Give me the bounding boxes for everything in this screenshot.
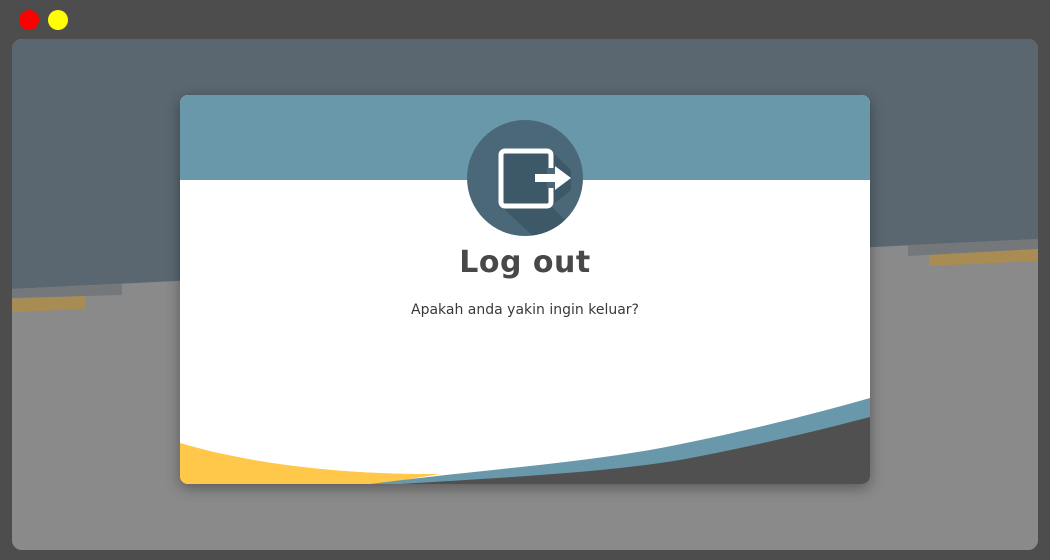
dialog-title: Log out: [459, 245, 591, 280]
logout-icon: [467, 120, 583, 236]
yellow-wave-fill: [180, 443, 440, 484]
minimize-window-button[interactable]: [48, 10, 68, 30]
close-window-button[interactable]: [19, 10, 39, 30]
window-title-bar: [0, 0, 1050, 40]
dialog-message: Apakah anda yakin ingin keluar?: [411, 302, 639, 318]
logout-dialog: Log out Apakah anda yakin ingin keluar?: [180, 95, 870, 484]
app-window: Log out Apakah anda yakin ingin keluar?: [12, 39, 1038, 550]
